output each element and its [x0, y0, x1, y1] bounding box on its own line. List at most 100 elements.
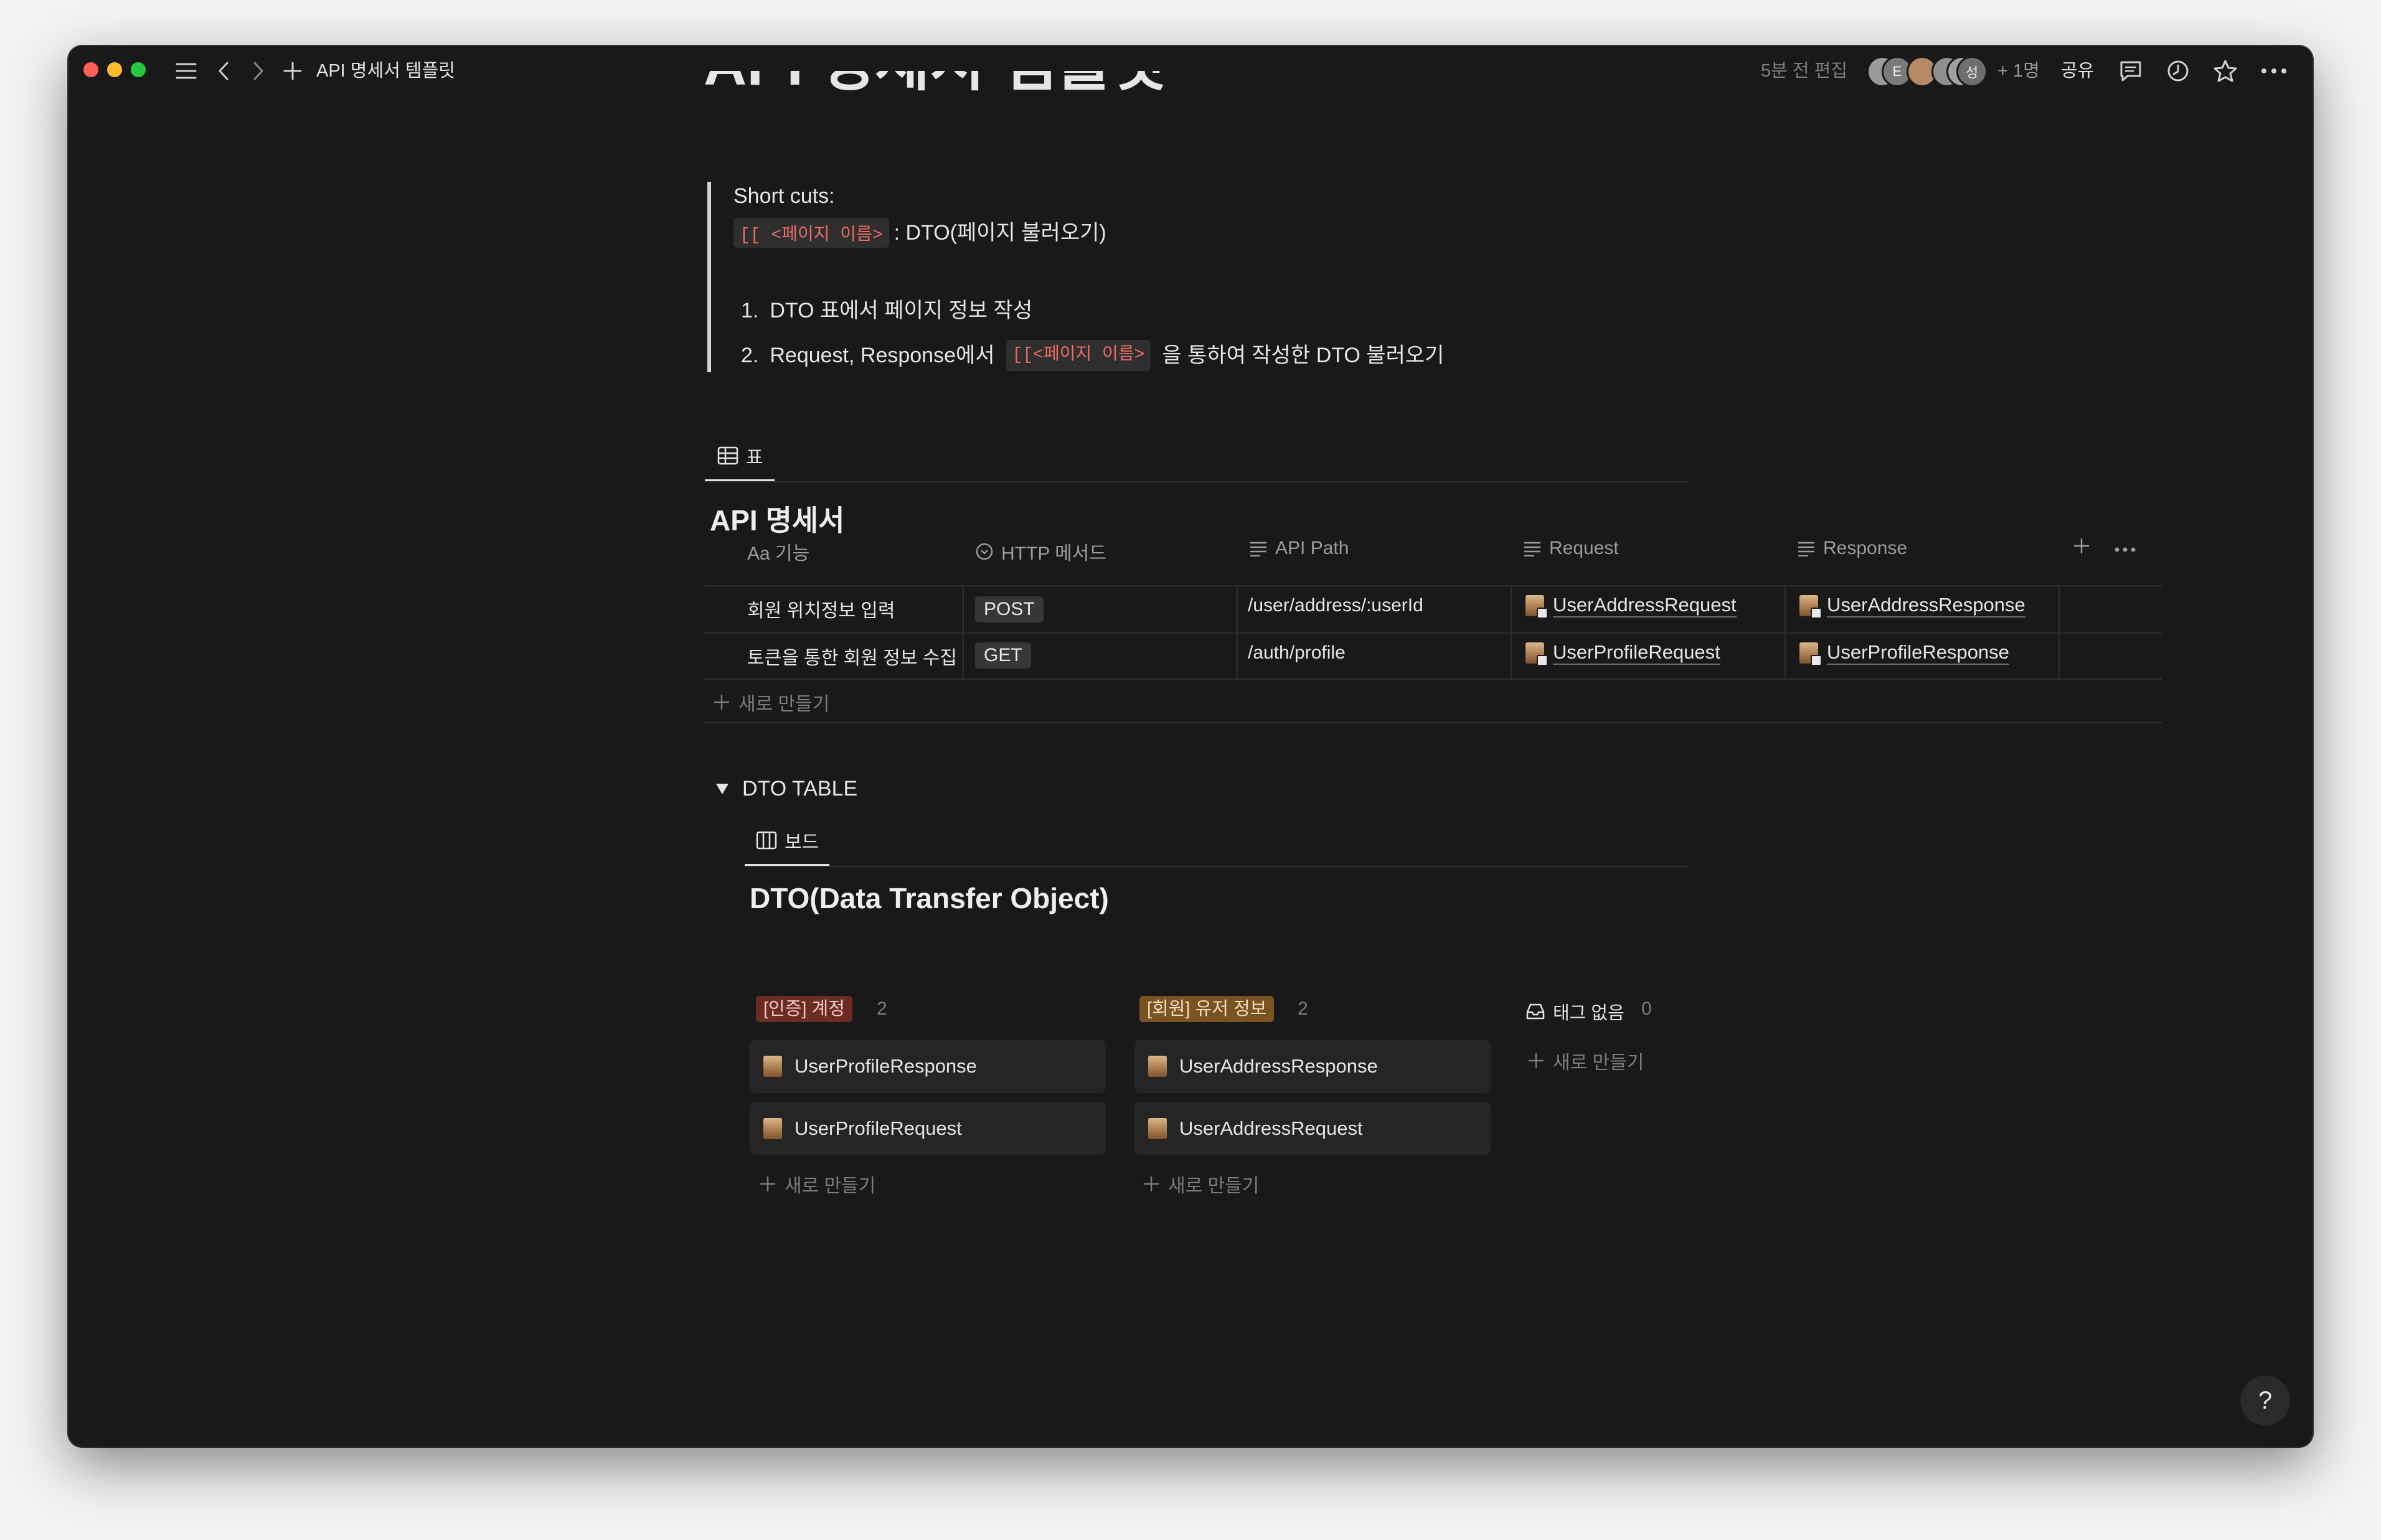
board-card[interactable]: UserProfileResponse — [750, 1040, 1106, 1093]
row-divider — [705, 585, 2162, 586]
zoom-window-button[interactable] — [131, 62, 146, 77]
board-card[interactable]: UserAddressRequest — [1134, 1102, 1491, 1155]
list-number: 2. — [741, 344, 759, 367]
plus-icon — [1528, 1053, 1544, 1069]
column-header-request[interactable]: Request — [1523, 538, 1619, 559]
list-text: DTO 표에서 페이지 정보 작성 — [770, 299, 1033, 322]
group-label[interactable]: [회원] 유저 정보 — [1139, 996, 1275, 1022]
app-window: API 명세서 템플릿 5분 전 편집 E 성 + 1명 공유 API 명세서 … — [68, 46, 2313, 1447]
response-relation[interactable]: UserProfileResponse — [1799, 641, 2009, 666]
more-options-icon[interactable] — [2259, 59, 2289, 83]
plus-icon — [714, 694, 730, 710]
new-card-button[interactable]: 새로 만들기 — [1528, 1047, 1644, 1074]
tab-board-view[interactable]: 보드 — [756, 827, 819, 854]
table-icon — [717, 446, 738, 465]
text-property-icon — [1250, 542, 1266, 556]
shortcut-line: [[ <페이지 이름> : DTO(페이지 불러오기) — [733, 218, 1106, 248]
top-bar: API 명세서 템플릿 5분 전 편집 E 성 + 1명 공유 — [68, 46, 2313, 97]
cell-name[interactable]: 토큰을 통한 회원 정보 수집 — [747, 642, 957, 670]
more-people-count[interactable]: + 1명 — [1997, 60, 2040, 82]
group-count: 2 — [877, 998, 887, 1019]
request-relation[interactable]: UserProfileRequest — [1525, 641, 1720, 666]
column-header-path[interactable]: API Path — [1249, 538, 1349, 559]
add-property-plus-icon[interactable] — [2072, 537, 2091, 558]
table-more-icon[interactable] — [2115, 544, 2136, 555]
quote-bar — [707, 182, 711, 372]
page-icon — [1148, 1118, 1167, 1139]
column-divider — [963, 586, 964, 678]
comments-icon[interactable] — [2117, 59, 2144, 83]
page-icon — [763, 1056, 782, 1077]
board-card[interactable]: UserAddressResponse — [1134, 1040, 1491, 1093]
new-page-plus-icon[interactable] — [281, 59, 304, 83]
text-property-icon — [1798, 542, 1814, 556]
back-arrow-icon[interactable] — [213, 59, 234, 83]
plus-icon — [760, 1176, 776, 1192]
cell-path[interactable]: /user/address/:userId — [1248, 595, 1423, 616]
page-icon — [1148, 1056, 1167, 1077]
minimize-window-button[interactable] — [107, 62, 122, 77]
group-label[interactable]: [인증] 계정 — [756, 996, 852, 1022]
page-icon — [1525, 595, 1548, 619]
column-header-response[interactable]: Response — [1797, 538, 1907, 559]
page-icon — [763, 1118, 782, 1139]
avatar: 성 — [1956, 56, 1987, 87]
group-count: 2 — [1298, 998, 1308, 1019]
column-divider — [1237, 586, 1238, 678]
tab-label: 보드 — [785, 832, 819, 853]
help-button[interactable]: ? — [2240, 1376, 2290, 1425]
new-row-button[interactable]: 새로 만들기 — [714, 688, 829, 716]
method-tag[interactable]: POST — [975, 596, 1044, 622]
sidebar-menu-icon[interactable] — [173, 59, 199, 83]
toggle-triangle-icon — [716, 784, 728, 794]
edited-timestamp: 5분 전 편집 — [1761, 61, 1847, 81]
board-icon — [756, 831, 777, 850]
column-header-method[interactable]: HTTP 메서드 — [975, 538, 1106, 565]
request-relation[interactable]: UserAddressRequest — [1525, 594, 1737, 619]
share-button[interactable]: 공유 — [2061, 60, 2094, 82]
cell-path[interactable]: /auth/profile — [1248, 642, 1346, 664]
new-card-button[interactable]: 새로 만들기 — [760, 1170, 875, 1198]
plus-icon — [1143, 1176, 1159, 1192]
shortcut-desc: : DTO(페이지 불러오기) — [893, 221, 1106, 245]
dto-toggle[interactable]: DTO TABLE — [715, 776, 857, 802]
history-clock-icon[interactable] — [2164, 59, 2192, 83]
inline-code: [[<페이지 이름> — [1006, 340, 1151, 371]
page-title: API 명세서 템플릿 — [704, 71, 1177, 97]
favorite-star-icon[interactable] — [2212, 59, 2239, 83]
page-icon — [1799, 642, 1822, 666]
divider — [705, 481, 1689, 482]
row-divider — [705, 678, 2162, 680]
close-window-button[interactable] — [83, 62, 98, 77]
shortcuts-heading: Short cuts: — [733, 184, 835, 208]
column-header-name[interactable]: Aa 기능 — [747, 538, 809, 565]
group-no-tag[interactable]: 태그 없음 — [1525, 998, 1624, 1025]
board-card[interactable]: UserProfileRequest — [750, 1102, 1106, 1155]
column-divider — [1511, 586, 1512, 678]
group-count: 0 — [1641, 998, 1652, 1019]
list-item: 1. DTO 표에서 페이지 정보 작성 — [741, 298, 1032, 324]
column-divider — [2058, 586, 2060, 678]
dto-database-title[interactable]: DTO(Data Transfer Object) — [750, 881, 1109, 915]
page-icon — [1525, 642, 1548, 666]
inbox-icon — [1526, 1003, 1545, 1020]
row-divider — [705, 632, 2162, 634]
inline-code: [[ <페이지 이름> — [733, 218, 889, 248]
cell-name[interactable]: 회원 위치정보 입력 — [747, 595, 895, 622]
page-icon — [1799, 595, 1822, 619]
forward-arrow-icon[interactable] — [248, 59, 269, 83]
list-number: 1. — [741, 299, 759, 322]
text-property-icon — [1524, 542, 1540, 556]
method-tag[interactable]: GET — [975, 642, 1031, 669]
tab-table-view[interactable]: 표 — [717, 442, 763, 469]
new-card-button[interactable]: 새로 만들기 — [1143, 1170, 1259, 1198]
list-item: 2. Request, Response에서 [[<페이지 이름> 을 통하여 … — [741, 340, 1444, 371]
column-divider — [1785, 586, 1786, 678]
list-text: Request, Response에서 — [770, 344, 995, 367]
row-divider — [705, 722, 2162, 723]
breadcrumb-page-title[interactable]: API 명세서 템플릿 — [316, 60, 455, 82]
response-relation[interactable]: UserAddressResponse — [1799, 594, 2025, 619]
tab-label: 표 — [746, 448, 763, 468]
database-title[interactable]: API 명세서 — [710, 498, 844, 539]
select-property-icon — [976, 543, 993, 560]
